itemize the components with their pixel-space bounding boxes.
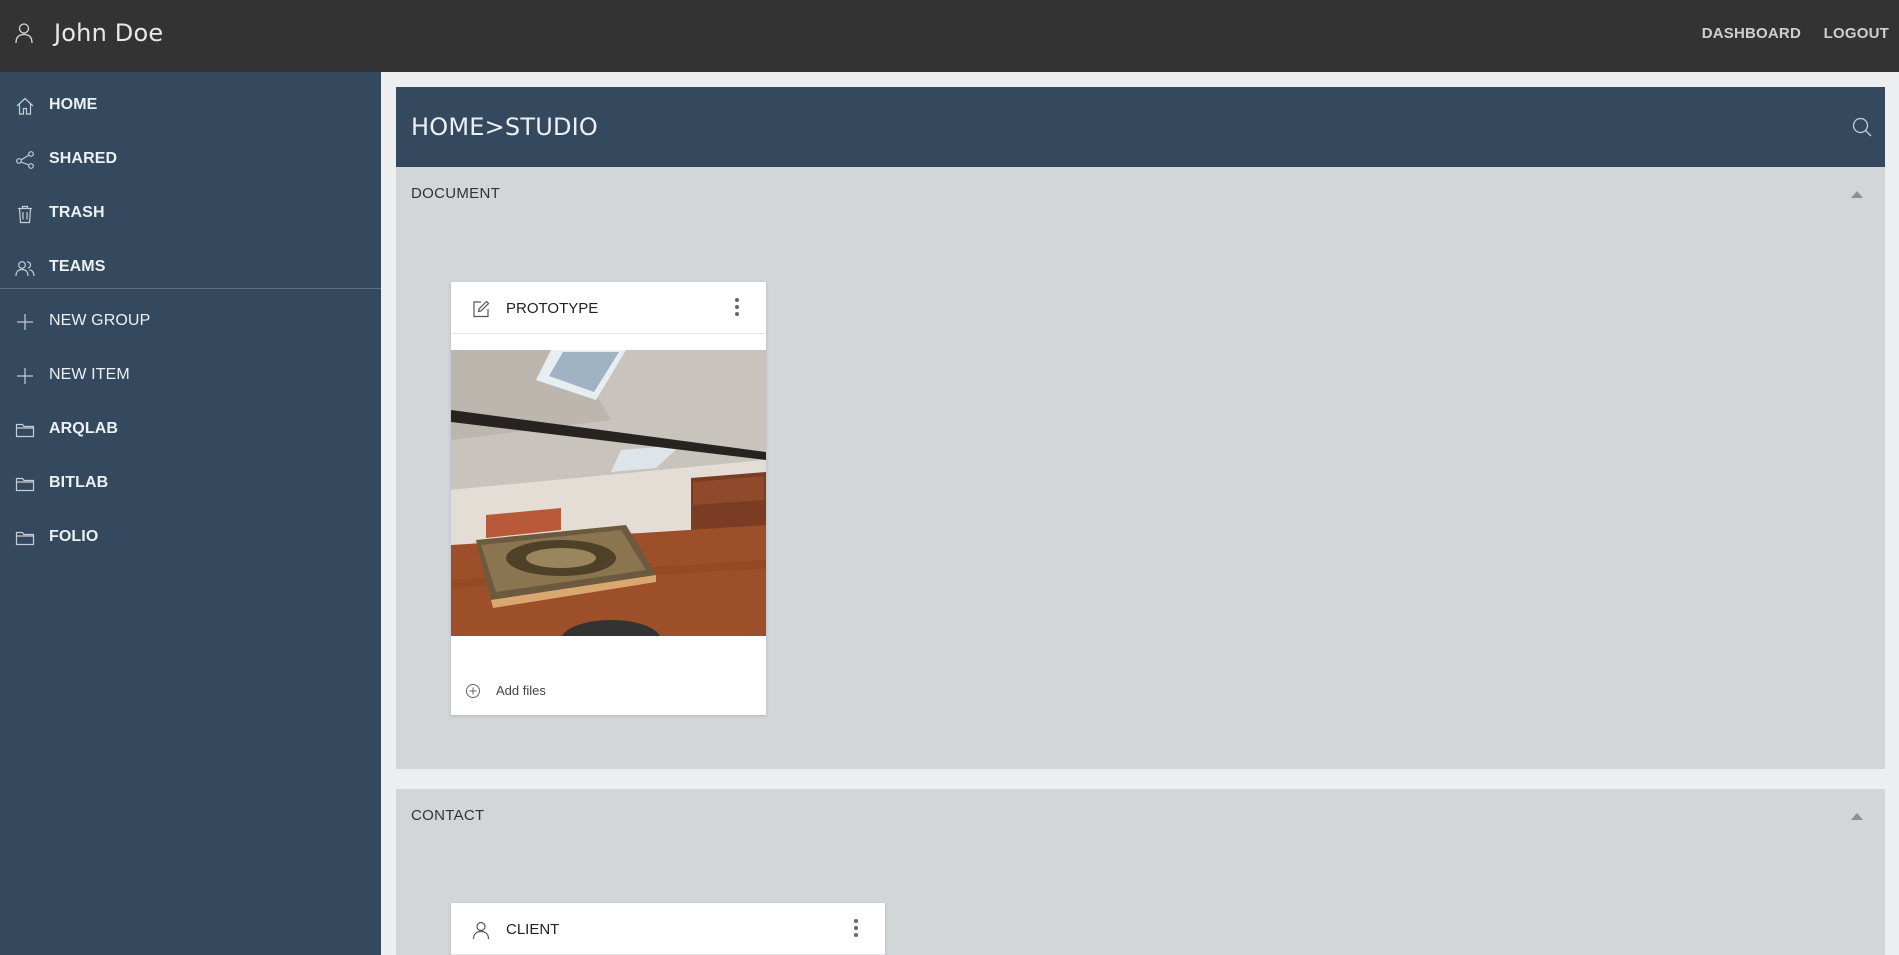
sidebar-item-arqlab[interactable]: ARQLAB <box>0 406 381 452</box>
collapse-caret-icon[interactable] <box>1851 191 1863 198</box>
document-section: DOCUMENT PROTOTYPE Add files <box>396 167 1885 769</box>
card-title: CLIENT <box>506 921 560 938</box>
sidebar-item-label: TRASH <box>49 204 105 221</box>
main-content: HOME>STUDIO DOCUMENT PROTOTYPE Add files… <box>381 72 1899 955</box>
user-icon <box>15 23 33 44</box>
plus-icon <box>17 314 33 330</box>
folder-icon <box>15 477 35 492</box>
section-title: DOCUMENT <box>411 185 501 202</box>
search-icon[interactable] <box>1851 116 1873 138</box>
user-name: John Doe <box>54 19 164 47</box>
card-header: CLIENT <box>451 903 885 955</box>
client-card[interactable]: CLIENT <box>451 903 885 955</box>
folder-icon <box>15 531 35 546</box>
sidebar-item-label: FOLIO <box>49 528 99 545</box>
logout-link[interactable]: LOGOUT <box>1824 25 1889 42</box>
team-icon <box>15 261 35 277</box>
sidebar-item-bitlab[interactable]: BITLAB <box>0 460 381 506</box>
room-photo[interactable] <box>451 350 766 636</box>
add-files-label: Add files <box>496 683 546 698</box>
share-icon <box>16 151 34 169</box>
section-title: CONTACT <box>411 807 485 824</box>
breadcrumb: HOME>STUDIO <box>411 113 599 141</box>
prototype-card[interactable]: PROTOTYPE Add files <box>451 282 766 715</box>
home-icon <box>16 97 34 115</box>
breadcrumb-bar: HOME>STUDIO <box>396 87 1885 167</box>
collapse-caret-icon[interactable] <box>1851 813 1863 820</box>
sidebar-item-label: HOME <box>49 96 98 113</box>
sidebar-item-label: NEW GROUP <box>49 312 151 329</box>
add-circle-icon <box>466 684 480 698</box>
sidebar-item-label: BITLAB <box>49 474 109 491</box>
dashboard-link[interactable]: DASHBOARD <box>1702 25 1801 42</box>
sidebar-item-new-group[interactable]: NEW GROUP <box>0 298 381 344</box>
sidebar-item-label: TEAMS <box>49 258 106 275</box>
card-title: PROTOTYPE <box>506 300 599 317</box>
sidebar-item-home[interactable]: HOME <box>0 82 381 128</box>
sidebar: HOME SHARED TRASH TEAMS NEW GROUP NEW IT… <box>0 72 381 955</box>
sidebar-item-new-item[interactable]: NEW ITEM <box>0 352 381 398</box>
more-options-icon[interactable] <box>734 298 740 318</box>
sidebar-item-shared[interactable]: SHARED <box>0 136 381 182</box>
plus-icon <box>17 368 33 384</box>
trash-icon <box>18 205 32 224</box>
more-options-icon[interactable] <box>853 919 859 939</box>
folder-icon <box>15 423 35 438</box>
sidebar-divider <box>0 288 381 289</box>
edit-icon <box>473 300 490 318</box>
top-bar: John Doe DASHBOARD LOGOUT <box>0 0 1899 72</box>
sidebar-item-trash[interactable]: TRASH <box>0 190 381 236</box>
sidebar-item-folio[interactable]: FOLIO <box>0 514 381 560</box>
sidebar-item-teams[interactable]: TEAMS <box>0 244 381 290</box>
user-icon <box>472 921 490 940</box>
sidebar-item-label: ARQLAB <box>49 420 119 437</box>
sidebar-item-label: SHARED <box>49 150 118 167</box>
contact-section: CONTACT CLIENT <box>396 789 1885 955</box>
card-header: PROTOTYPE <box>451 282 766 334</box>
sidebar-item-label: NEW ITEM <box>49 366 130 383</box>
